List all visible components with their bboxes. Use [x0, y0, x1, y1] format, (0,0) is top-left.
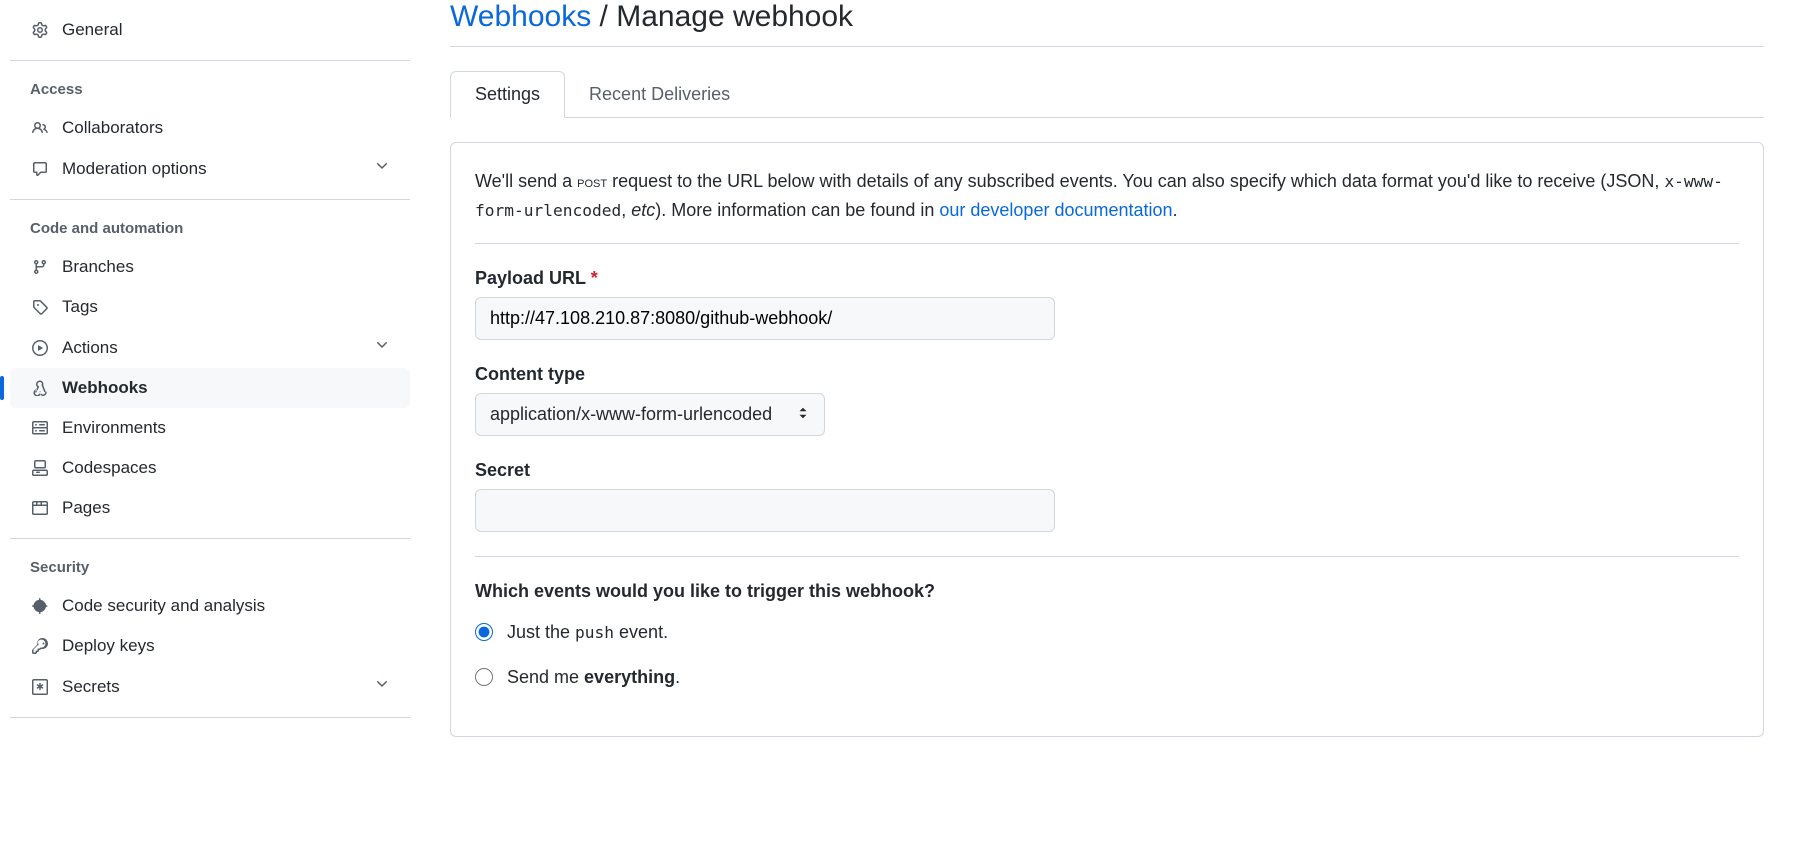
key-icon [30, 636, 50, 656]
event-radio-everything[interactable] [475, 668, 493, 686]
sidebar-item-label: Webhooks [62, 378, 148, 398]
gear-icon [30, 20, 50, 40]
tab-recent-deliveries[interactable]: Recent Deliveries [565, 71, 754, 117]
developer-docs-link[interactable]: our developer documentation [939, 200, 1172, 220]
secret-input[interactable] [475, 489, 1055, 532]
sidebar-heading-security: Security [10, 549, 410, 586]
sidebar-item-pages[interactable]: Pages [10, 488, 410, 528]
settings-description: We'll send a post request to the URL bel… [475, 167, 1739, 244]
comment-icon [30, 159, 50, 179]
payload-url-label: Payload URL * [475, 268, 1739, 289]
event-option-everything[interactable]: Send me everything. [475, 667, 1739, 688]
secret-label: Secret [475, 460, 1739, 481]
sidebar-item-label: Branches [62, 257, 134, 277]
settings-panel: We'll send a post request to the URL bel… [450, 142, 1764, 737]
tag-icon [30, 297, 50, 317]
chevron-down-icon [374, 337, 390, 358]
sidebar-item-code-security[interactable]: Code security and analysis [10, 586, 410, 626]
tab-settings[interactable]: Settings [450, 71, 565, 118]
sidebar-item-branches[interactable]: Branches [10, 247, 410, 287]
play-circle-icon [30, 338, 50, 358]
sidebar-item-environments[interactable]: Environments [10, 408, 410, 448]
content-type-label: Content type [475, 364, 1739, 385]
sidebar-item-webhooks[interactable]: Webhooks [10, 368, 410, 408]
chevron-down-icon [374, 676, 390, 697]
sidebar-item-label: Secrets [62, 677, 120, 697]
tabnav: Settings Recent Deliveries [450, 71, 1764, 118]
select-caret-icon [796, 404, 810, 425]
page-title: Manage webhook [616, 0, 853, 33]
breadcrumb: Webhooks / Manage webhook [450, 0, 1764, 47]
sidebar-item-tags[interactable]: Tags [10, 287, 410, 327]
sidebar-heading-access: Access [10, 71, 410, 108]
sidebar-item-moderation[interactable]: Moderation options [10, 148, 410, 189]
sidebar-item-label: Codespaces [62, 458, 157, 478]
sidebar-item-label: Code security and analysis [62, 596, 265, 616]
content-type-select[interactable]: application/x-www-form-urlencoded [475, 393, 825, 436]
shield-search-icon [30, 596, 50, 616]
webhook-icon [30, 378, 50, 398]
sidebar-item-general[interactable]: General [10, 10, 410, 50]
sidebar-item-codespaces[interactable]: Codespaces [10, 448, 410, 488]
events-heading: Which events would you like to trigger t… [475, 581, 1739, 602]
sidebar-item-secrets[interactable]: Secrets [10, 666, 410, 707]
branch-icon [30, 257, 50, 277]
sidebar-item-actions[interactable]: Actions [10, 327, 410, 368]
sidebar-item-label: Actions [62, 338, 118, 358]
browser-icon [30, 498, 50, 518]
server-icon [30, 418, 50, 438]
sidebar-item-collaborators[interactable]: Collaborators [10, 108, 410, 148]
breadcrumb-link-webhooks[interactable]: Webhooks [450, 0, 591, 33]
chevron-down-icon [374, 158, 390, 179]
event-radio-push[interactable] [475, 623, 493, 641]
codespaces-icon [30, 458, 50, 478]
sidebar-item-label: Moderation options [62, 159, 207, 179]
event-option-push[interactable]: Just the push event. [475, 622, 1739, 643]
people-icon [30, 118, 50, 138]
content-type-value: application/x-www-form-urlencoded [490, 404, 772, 425]
sidebar-item-label: Collaborators [62, 118, 163, 138]
sidebar-item-label: General [62, 20, 122, 40]
sidebar-item-label: Tags [62, 297, 98, 317]
sidebar-item-label: Environments [62, 418, 166, 438]
sidebar-item-label: Pages [62, 498, 110, 518]
sidebar-item-deploy-keys[interactable]: Deploy keys [10, 626, 410, 666]
payload-url-input[interactable] [475, 297, 1055, 340]
asterisk-icon [30, 677, 50, 697]
sidebar-heading-code: Code and automation [10, 210, 410, 247]
sidebar-item-label: Deploy keys [62, 636, 155, 656]
